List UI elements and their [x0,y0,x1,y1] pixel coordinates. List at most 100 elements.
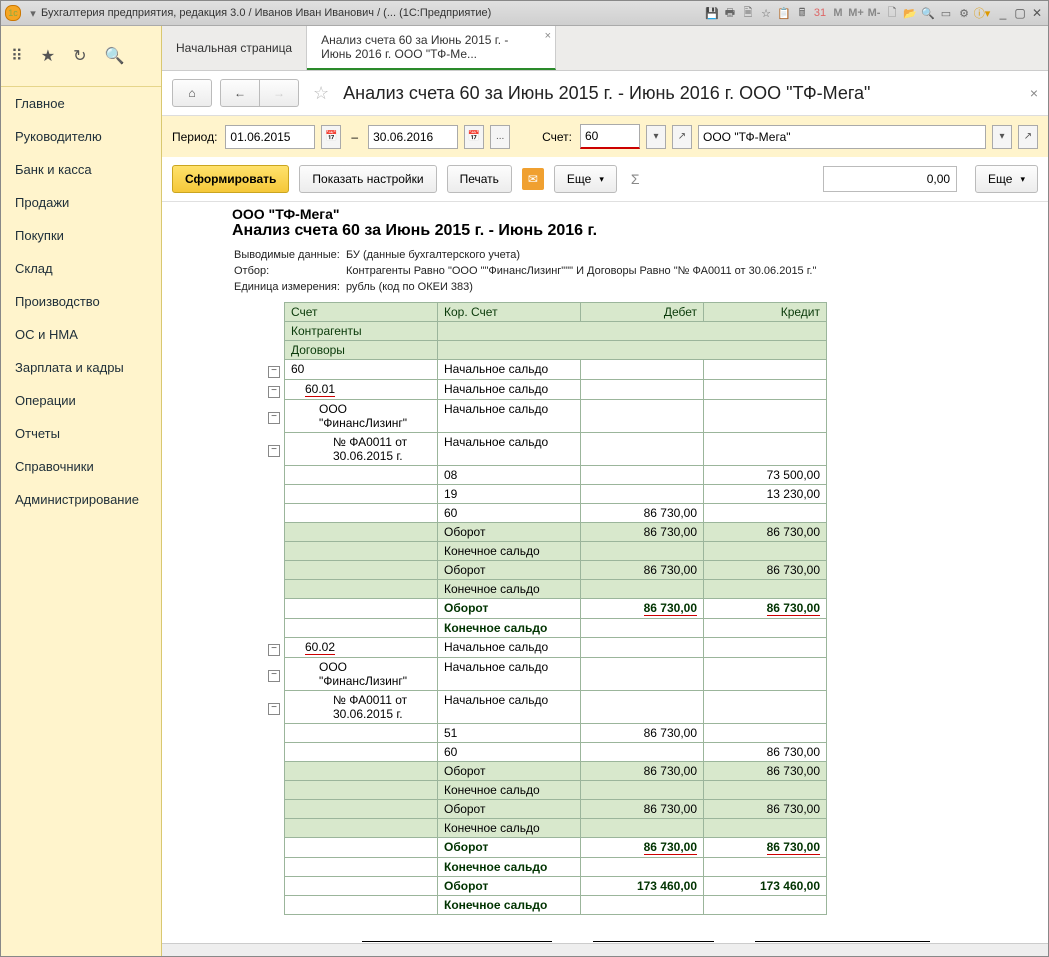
collapse-icon[interactable]: − [268,670,280,682]
table-row[interactable]: Оборот86 730,0086 730,00 [172,800,827,819]
nav-item[interactable]: Руководителю [1,120,161,153]
preview-icon[interactable]: 🗎 [741,6,755,20]
nav-item[interactable]: Справочники [1,450,161,483]
nav-item[interactable]: Банк и касса [1,153,161,186]
table-row[interactable]: Оборот86 730,0086 730,00 [172,561,827,580]
table-row[interactable]: Оборот86 730,0086 730,00 [172,523,827,542]
settings-icon[interactable]: ⚙ [957,6,971,20]
table-row[interactable]: 0873 500,00 [172,466,827,485]
tab-home[interactable]: Начальная страница [162,26,307,70]
table-row[interactable]: Оборот86 730,0086 730,00 [172,762,827,781]
history-icon[interactable]: ↻ [73,46,86,66]
nav-item[interactable]: Зарплата и кадры [1,351,161,384]
table-row[interactable]: 6086 730,00 [172,504,827,523]
nav-item[interactable]: Администрирование [1,483,161,516]
org-dropdown-icon[interactable]: ▾ [992,125,1012,149]
calendar-icon[interactable]: 31 [813,6,827,20]
table-row[interactable]: Конечное сальдо [172,781,827,800]
org-input[interactable]: ООО "ТФ-Мега" [698,125,986,149]
minimize-icon[interactable]: _ [996,6,1010,20]
favorite-icon[interactable]: ☆ [313,83,329,104]
nav-list: Главное Руководителю Банк и касса Продаж… [1,87,161,516]
account-open-icon[interactable]: ↗ [672,125,692,149]
info-icon[interactable]: ⓘ▾ [975,6,989,20]
nav-item[interactable]: Склад [1,252,161,285]
window-icon[interactable]: ▭ [939,6,953,20]
calc-icon[interactable]: 🖩 [795,6,809,20]
org-open-icon[interactable]: ↗ [1018,125,1038,149]
horizontal-scrollbar[interactable] [162,943,1048,956]
table-row[interactable]: −60Начальное сальдо [172,360,827,380]
table-row[interactable]: −№ ФА0011 от 30.06.2015 г.Начальное саль… [172,433,827,466]
search-nav-icon[interactable]: 🔍 [104,46,124,66]
m-icon[interactable]: M [831,6,845,20]
mplus-icon[interactable]: M+ [849,6,863,20]
nav-item[interactable]: Главное [1,87,161,120]
nav-item[interactable]: Продажи [1,186,161,219]
table-row[interactable]: Конечное сальдо [172,619,827,638]
nav-item[interactable]: Отчеты [1,417,161,450]
account-dropdown-icon[interactable]: ▾ [646,125,666,149]
save-icon[interactable]: 💾 [705,6,719,20]
star-icon[interactable]: ★ [41,46,55,66]
print-button[interactable]: Печать [447,165,512,193]
tabs: Начальная страница Анализ счета 60 за Ию… [162,26,1048,71]
clipboard-icon[interactable]: 📋 [777,6,791,20]
collapse-icon[interactable]: − [268,445,280,457]
apps-icon[interactable]: ⠿ [11,46,23,66]
table-row[interactable]: Конечное сальдо [172,896,827,915]
collapse-icon[interactable]: − [268,386,280,398]
more-button-1[interactable]: Еще▾ [554,165,617,193]
forward-button[interactable]: → [260,79,299,107]
date-from-input[interactable]: 01.06.2015 [225,125,315,149]
table-row[interactable]: Оборот86 730,0086 730,00 [172,838,827,858]
collapse-icon[interactable]: − [268,412,280,424]
nav-item[interactable]: Операции [1,384,161,417]
nav-item[interactable]: ОС и НМА [1,318,161,351]
mail-icon[interactable]: ✉ [522,168,544,190]
back-button[interactable]: ← [220,79,260,107]
collapse-icon[interactable]: − [268,703,280,715]
table-row[interactable]: −ООО "ФинансЛизинг"Начальное сальдо [172,658,827,691]
sidebar: ⠿ ★ ↻ 🔍 Главное Руководителю Банк и касс… [1,26,162,956]
table-row[interactable]: 1913 230,00 [172,485,827,504]
table-row[interactable]: Конечное сальдо [172,542,827,561]
fav-icon[interactable]: ☆ [759,6,773,20]
more-button-2[interactable]: Еще▾ [975,165,1038,193]
calendar-to-icon[interactable]: 📅 [464,125,484,149]
settings-button[interactable]: Показать настройки [299,165,436,193]
collapse-icon[interactable]: − [268,644,280,656]
date-to-input[interactable]: 30.06.2016 [368,125,458,149]
dropdown-icon[interactable]: ▾ [26,6,40,20]
close-window-icon[interactable]: ✕ [1030,6,1044,20]
close-page-icon[interactable]: × [1030,85,1038,101]
account-input[interactable]: 60 [580,124,640,149]
table-row[interactable]: Конечное сальдо [172,580,827,599]
table-row[interactable]: Конечное сальдо [172,819,827,838]
collapse-icon[interactable]: − [268,366,280,378]
form-button[interactable]: Сформировать [172,165,289,193]
tab-close-icon[interactable]: × [545,30,551,42]
table-row[interactable]: −60.02Начальное сальдо [172,638,827,658]
nav-item[interactable]: Покупки [1,219,161,252]
table-row[interactable]: 5186 730,00 [172,724,827,743]
table-row[interactable]: Конечное сальдо [172,858,827,877]
table-row[interactable]: Оборот173 460,00173 460,00 [172,877,827,896]
table-row[interactable]: 6086 730,00 [172,743,827,762]
report-body[interactable]: ООО "ТФ-Мега" Анализ счета 60 за Июнь 20… [162,202,1048,943]
print-icon[interactable]: 🖶 [723,6,737,20]
doc-icon[interactable]: 🗋 [885,6,899,20]
table-row[interactable]: −60.01Начальное сальдо [172,380,827,400]
home-button[interactable]: ⌂ [172,79,212,107]
nav-item[interactable]: Производство [1,285,161,318]
tab-report[interactable]: Анализ счета 60 за Июнь 2015 г. - Июнь 2… [307,26,556,70]
table-row[interactable]: Оборот86 730,0086 730,00 [172,599,827,619]
table-row[interactable]: −ООО "ФинансЛизинг"Начальное сальдо [172,400,827,433]
table-row[interactable]: −№ ФА0011 от 30.06.2015 г.Начальное саль… [172,691,827,724]
period-select-button[interactable]: ... [490,125,510,149]
mminus-icon[interactable]: M- [867,6,881,20]
calendar-from-icon[interactable]: 📅 [321,125,341,149]
open-icon[interactable]: 📂 [903,6,917,20]
maximize-icon[interactable]: ▢ [1013,6,1027,20]
search-icon[interactable]: 🔍 [921,6,935,20]
